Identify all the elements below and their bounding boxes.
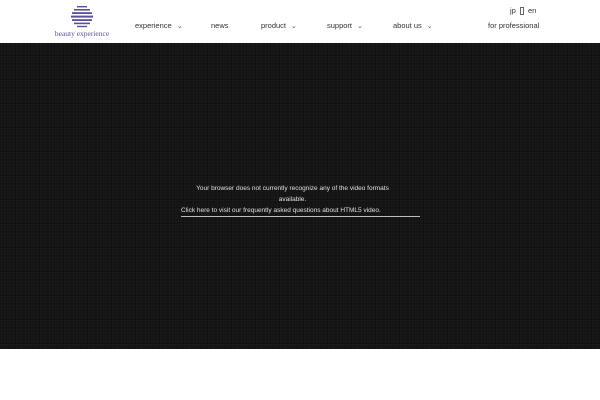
nav-item-label: news — [211, 21, 229, 30]
logo[interactable]: beauty experience — [52, 5, 112, 39]
video-fallback-message: Your browser does not currently recogniz… — [150, 183, 435, 217]
chevron-down-icon: ⌄ — [176, 23, 183, 30]
chevron-down-icon: ⌄ — [357, 23, 363, 30]
for-professional-link[interactable]: for professional — [488, 19, 539, 33]
nav-item-support[interactable]: support ⌄ — [327, 19, 363, 33]
nav-item-about-us[interactable]: about us ⌄ — [393, 19, 433, 33]
hero-video[interactable]: Your browser does not currently recogniz… — [0, 43, 600, 349]
fallback-text-line2: available. — [278, 196, 307, 203]
logo-mark-icon — [71, 6, 93, 28]
nav-item-product[interactable]: product ⌄ — [261, 19, 297, 33]
lang-separator-icon — [520, 7, 524, 15]
nav-item-news[interactable]: news — [211, 19, 229, 33]
lang-en-link[interactable]: en — [528, 5, 536, 17]
chevron-down-icon: ⌄ — [291, 23, 297, 30]
chevron-down-icon: ⌄ — [426, 23, 433, 30]
logo-text: beauty experience — [54, 29, 110, 38]
html5-video-faq-link[interactable]: Click here to visit our frequently asked… — [181, 205, 420, 217]
fallback-text-line1: Your browser does not currently recogniz… — [196, 185, 389, 192]
nav-item-label: support — [327, 21, 353, 30]
site-header: beauty experience experience ⌄ news produ… — [0, 0, 600, 43]
nav-item-label: about us — [393, 21, 422, 30]
nav-item-label: experience — [135, 21, 172, 30]
nav-item-experience[interactable]: experience ⌄ — [135, 19, 183, 33]
nav-item-label: product — [261, 21, 287, 30]
lang-jp-link[interactable]: jp — [510, 5, 516, 17]
